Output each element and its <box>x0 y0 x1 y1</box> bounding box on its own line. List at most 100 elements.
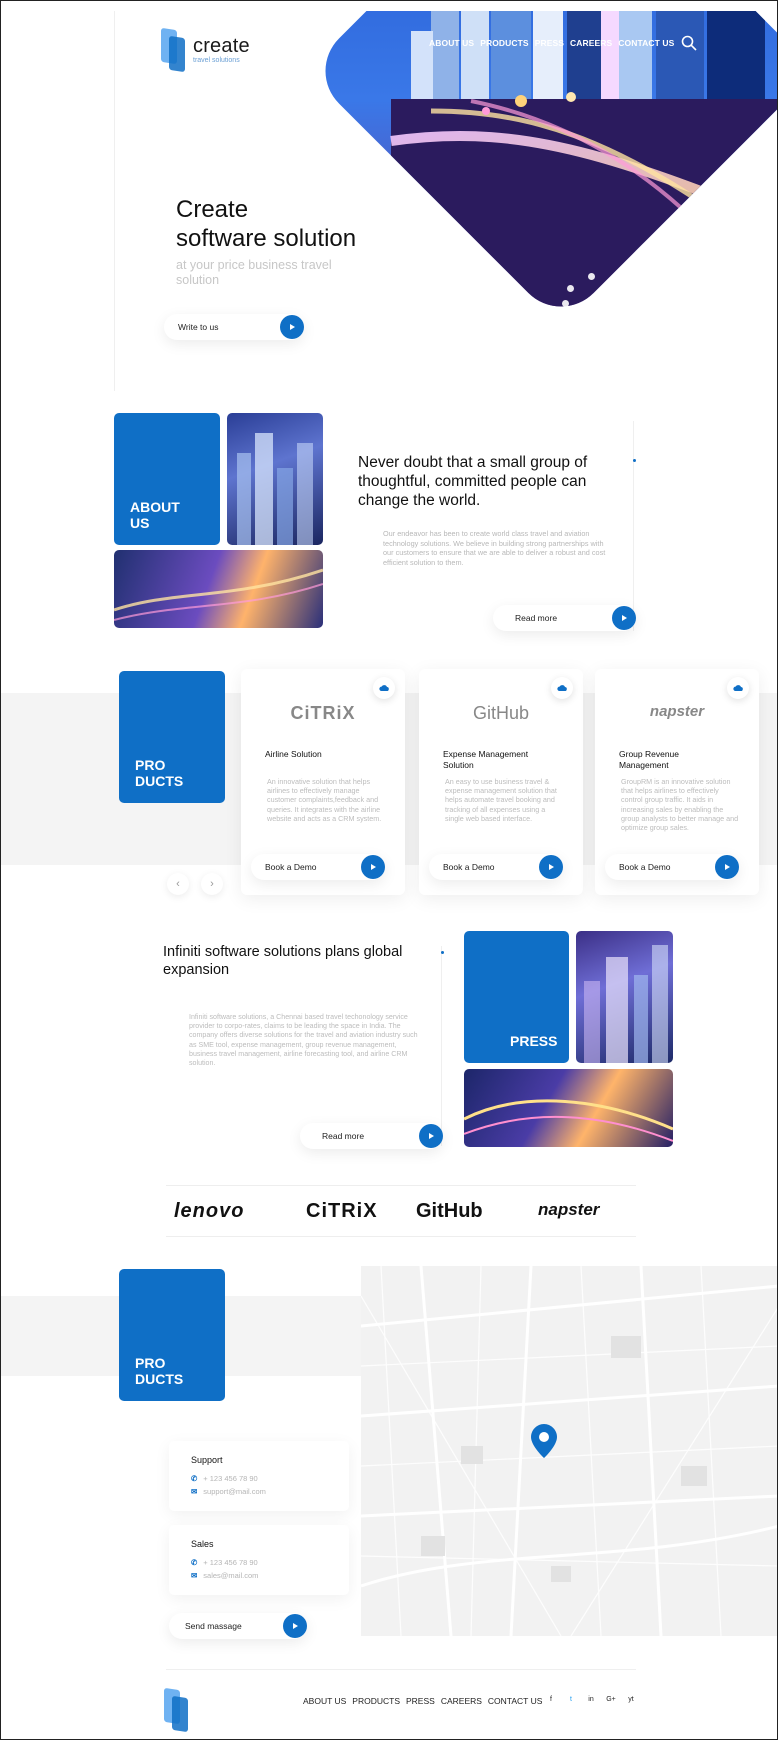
press-read-more-button[interactable]: Read more <box>300 1123 443 1149</box>
support-title: Support <box>191 1455 223 1465</box>
sales-phone-value: + 123 456 78 90 <box>203 1558 258 1567</box>
book-demo-button[interactable]: Book a Demo <box>605 854 739 880</box>
location-pin-icon[interactable] <box>531 1424 557 1458</box>
linkedin-icon[interactable]: in <box>584 1693 598 1707</box>
product-card[interactable]: CiTRiX Airline Solution An innovative so… <box>241 669 405 895</box>
blue-accent-dot <box>441 951 444 954</box>
twitter-icon[interactable]: t <box>564 1693 578 1707</box>
support-phone[interactable]: ✆ + 123 456 78 90 <box>191 1474 258 1483</box>
product-card[interactable]: GitHub Expense Management Solution An ea… <box>419 669 583 895</box>
arrow-icon <box>539 855 563 879</box>
city-skyline-graphic <box>311 11 777 326</box>
nav-careers[interactable]: CAREERS <box>570 38 612 48</box>
city-photo-graphic <box>584 945 668 1063</box>
sales-phone[interactable]: ✆ + 123 456 78 90 <box>191 1558 258 1567</box>
book-demo-label: Book a Demo <box>443 862 495 872</box>
sales-email[interactable]: ✉ sales@mail.com <box>191 1571 258 1580</box>
brand-name[interactable]: create <box>193 35 250 58</box>
footer-nav-press[interactable]: PRESS <box>406 1696 435 1706</box>
cloud-download-icon[interactable] <box>373 677 395 699</box>
about-body: Our endeavor has been to create world cl… <box>383 529 606 567</box>
nav-about[interactable]: ABOUT US <box>429 38 474 48</box>
footer-logo-mark[interactable] <box>164 1687 190 1733</box>
write-to-us-label: Write to us <box>178 322 219 332</box>
about-us-tile: ABOUT US <box>114 413 220 545</box>
book-demo-label: Book a Demo <box>619 862 671 872</box>
map-graphic <box>361 1266 777 1636</box>
products-label: PRO DUCTS <box>135 757 184 789</box>
highway-graphic <box>464 1099 673 1142</box>
product-description: An innovative solution that helps airlin… <box>267 777 382 823</box>
slider-dot[interactable] <box>588 273 595 280</box>
logo-mark[interactable] <box>161 27 187 73</box>
product-title: Group Revenue Management <box>619 749 680 770</box>
book-demo-button[interactable]: Book a Demo <box>429 854 563 880</box>
brand-tagline: travel solutions <box>193 57 240 64</box>
footer-nav-products[interactable]: PRODUCTS <box>352 1696 400 1706</box>
footer-nav-contact[interactable]: CONTACT US <box>488 1696 542 1706</box>
about-side-line <box>633 421 634 631</box>
footer-nav: ABOUT US PRODUCTS PRESS CAREERS CONTACT … <box>303 1696 542 1706</box>
press-city-photo-2 <box>464 1069 673 1147</box>
arrow-icon <box>283 1614 307 1638</box>
book-demo-button[interactable]: Book a Demo <box>251 854 385 880</box>
google-plus-icon[interactable]: G+ <box>604 1693 618 1707</box>
hero-image-wrap <box>311 11 777 401</box>
top-nav: ABOUT US PRODUCTS PRESS CAREERS CONTACT … <box>429 38 674 48</box>
send-message-label: Send massage <box>185 1621 242 1631</box>
hero-title: Create software solution <box>176 195 356 253</box>
nav-contact[interactable]: CONTACT US <box>618 38 674 48</box>
sales-title: Sales <box>191 1539 214 1549</box>
slider-dot[interactable] <box>562 300 569 307</box>
book-demo-label: Book a Demo <box>265 862 317 872</box>
arrow-icon <box>715 855 739 879</box>
slider-dot[interactable] <box>554 315 561 322</box>
cloud-download-icon[interactable] <box>727 677 749 699</box>
about-city-photo-1 <box>227 413 323 545</box>
press-city-photo-1 <box>576 931 673 1063</box>
arrow-icon <box>280 315 304 339</box>
support-email[interactable]: ✉ support@mail.com <box>191 1487 266 1496</box>
product-title: Expense Management Solution <box>443 749 529 770</box>
press-label: PRESS <box>510 1033 558 1049</box>
nav-products[interactable]: PRODUCTS <box>480 38 529 48</box>
map[interactable] <box>361 1266 777 1636</box>
carousel-next-button[interactable]: › <box>201 873 223 895</box>
support-phone-value: + 123 456 78 90 <box>203 1474 258 1483</box>
about-heading: Never doubt that a small group of though… <box>358 454 588 509</box>
product-description: GroupRM is an innovative solution that h… <box>621 777 739 833</box>
press-heading: Infiniti software solutions plans global… <box>163 944 403 978</box>
press-side-line <box>441 946 442 1146</box>
footer-nav-about[interactable]: ABOUT US <box>303 1696 346 1706</box>
hero-subtitle: at your price business travel solution <box>176 258 332 287</box>
send-message-button[interactable]: Send massage <box>169 1613 307 1639</box>
carousel-prev-button[interactable]: ‹ <box>167 873 189 895</box>
arrow-icon <box>612 606 636 630</box>
cloud-download-icon[interactable] <box>551 677 573 699</box>
footer-nav-careers[interactable]: CAREERS <box>441 1696 482 1706</box>
about-us-label: ABOUT US <box>130 499 180 531</box>
about-city-photo-2 <box>114 550 323 628</box>
phone-icon: ✆ <box>191 1558 198 1567</box>
nav-press[interactable]: PRESS <box>535 38 564 48</box>
youtube-icon[interactable]: yt <box>624 1693 638 1707</box>
github-logo: GitHub <box>472 703 530 723</box>
page: create travel solutions ABOUT US PRODUCT… <box>0 0 778 1740</box>
napster-logo: napster <box>538 1200 600 1219</box>
contact-tile-label: PRO DUCTS <box>135 1355 184 1387</box>
arrow-icon <box>419 1124 443 1148</box>
slider-dot[interactable] <box>567 285 574 292</box>
footer-divider <box>166 1669 636 1670</box>
sales-card: Sales ✆ + 123 456 78 90 ✉ sales@mail.com <box>169 1525 349 1595</box>
product-card[interactable]: napster Group Revenue Management GroupRM… <box>595 669 759 895</box>
write-to-us-button[interactable]: Write to us <box>164 314 304 340</box>
about-read-more-button[interactable]: Read more <box>493 605 636 631</box>
blue-accent-dot <box>633 459 636 462</box>
product-description: An easy to use business travel & expense… <box>445 777 557 823</box>
mail-icon: ✉ <box>191 1571 198 1580</box>
social-links: f t in G+ yt <box>544 1693 638 1707</box>
search-icon[interactable] <box>681 35 697 51</box>
read-more-label: Read more <box>322 1131 365 1141</box>
support-card: Support ✆ + 123 456 78 90 ✉ support@mail.c… <box>169 1441 349 1511</box>
facebook-icon[interactable]: f <box>544 1693 558 1707</box>
